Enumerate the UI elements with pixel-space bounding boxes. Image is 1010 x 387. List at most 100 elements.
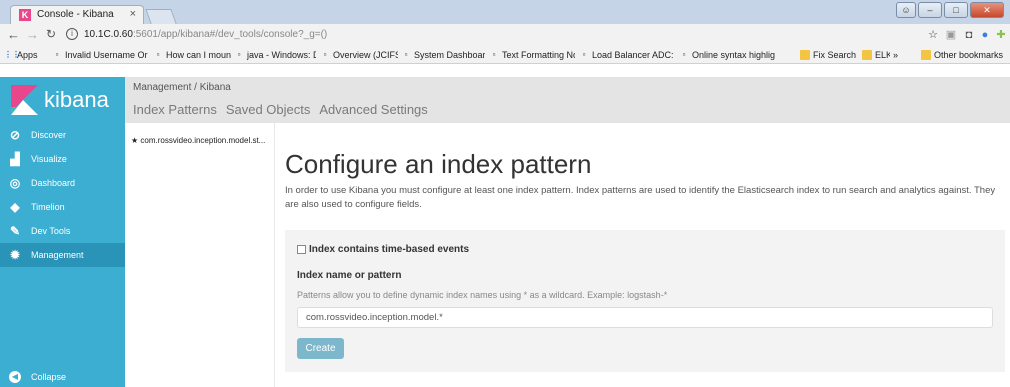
page-icon: ▫	[156, 50, 160, 59]
page-icon: ▫	[492, 50, 496, 59]
reload-icon[interactable]: ↻	[46, 27, 56, 41]
bookmark-label: »	[893, 50, 899, 60]
bookmark-label: Invalid Username Or	[65, 50, 148, 60]
sidebar-item-dashboard[interactable]: ◎ Dashboard	[0, 171, 125, 195]
sidebar-item-label: Dashboard	[31, 178, 76, 188]
page-icon: ▫	[55, 50, 59, 59]
create-button[interactable]: Create	[297, 338, 344, 359]
url-text: 10.1C.0.60:5601/app/kibana#/dev_tools/co…	[84, 29, 328, 40]
browser-toolbar: ← → ↻ i 10.1C.0.60:5601/app/kibana#/dev_…	[0, 24, 1010, 46]
sidebar-item-dev-tools[interactable]: ✎ Dev Tools	[0, 219, 125, 243]
page-icon: ▫	[237, 50, 241, 59]
extension-icon-4[interactable]: ✚	[994, 28, 1008, 42]
compass-icon: ⊘	[9, 128, 21, 142]
dashboard-icon: ◎	[9, 176, 21, 190]
page-icon: ▫	[582, 50, 586, 59]
index-pattern-item[interactable]: ★ com.rossvideo.inception.model.st...	[131, 136, 271, 145]
tab-index-patterns[interactable]: Index Patterns	[133, 102, 217, 117]
sidebar-item-label: Dev Tools	[31, 226, 71, 236]
back-icon[interactable]: ←	[7, 27, 20, 42]
bookmark-item[interactable]: ▫ Load Balancer ADC: S	[579, 48, 675, 62]
folder-icon	[800, 50, 810, 60]
bookmarks-bar: ⋮⋮ Apps ▫ Invalid Username Or ▫ How can I mou…	[0, 46, 1010, 64]
bookmark-item[interactable]: ▫ System Dashboard -	[401, 48, 485, 62]
bookmark-item[interactable]: Other bookmarks	[921, 48, 1009, 62]
kibana-sidebar: kibana ⊘ Discover ▟ Visualize ◎ Dashboard ◆ Tim…	[0, 77, 125, 387]
kibana-logo[interactable]: kibana	[0, 77, 125, 123]
bookmark-label: Overview (JCIFS API)	[333, 50, 398, 60]
bookmark-item[interactable]: ⋮⋮ Apps	[4, 48, 49, 62]
tab-title: Console - Kibana	[37, 9, 114, 20]
bookmark-item[interactable]: ▫ Invalid Username Or	[52, 48, 148, 62]
bookmark-label: How can I mount a w	[166, 50, 231, 60]
sidebar-item-discover[interactable]: ⊘ Discover	[0, 123, 125, 147]
collapse-label: Collapse	[31, 372, 67, 382]
minimize-icon[interactable]: –	[918, 2, 942, 18]
sidebar-item-visualize[interactable]: ▟ Visualize	[0, 147, 125, 171]
folder-icon	[921, 50, 931, 60]
sidebar-item-label: Management	[31, 250, 84, 260]
bookmark-label: Apps	[17, 50, 38, 60]
forward-icon[interactable]: →	[26, 27, 39, 42]
gear-icon: ✹	[9, 248, 21, 262]
index-name-help-text: Patterns allow you to define dynamic ind…	[297, 290, 668, 300]
kibana-favicon-icon: K	[19, 9, 31, 21]
address-bar[interactable]: i 10.1C.0.60:5601/app/kibana#/dev_tools/…	[66, 26, 920, 44]
page-icon: ▫	[323, 50, 327, 59]
bookmark-label: Online syntax highlig	[692, 50, 776, 60]
timelion-icon: ◆	[10, 200, 20, 214]
bookmark-item[interactable]: ▫ Overview (JCIFS API)	[320, 48, 398, 62]
wrench-icon: ✎	[9, 224, 21, 238]
bookmark-label: Load Balancer ADC: S	[592, 50, 675, 60]
bookmark-label: Fix Search	[813, 50, 857, 60]
management-tabs: Index Patterns Saved Objects Advanced Sett…	[133, 102, 428, 117]
tab-advanced-settings[interactable]: Advanced Settings	[319, 102, 427, 117]
time-based-label: Index contains time-based events	[309, 244, 470, 255]
site-info-icon[interactable]: i	[66, 28, 78, 40]
browser-tab[interactable]: K Console - Kibana ×	[10, 5, 144, 24]
checkbox-icon[interactable]	[297, 245, 306, 254]
sidebar-item-label: Visualize	[31, 154, 67, 164]
collapse-sidebar-button[interactable]: ◀ Collapse	[0, 367, 125, 387]
bookmark-item[interactable]: ▫ Online syntax highlig	[679, 48, 796, 62]
management-local-nav: Management / Kibana Index Patterns Saved …	[125, 77, 1010, 123]
collapse-icon: ◀	[9, 371, 21, 383]
bookmark-item[interactable]: »	[893, 48, 907, 62]
user-icon[interactable]: ☺	[896, 2, 916, 18]
apps-grid-icon: ⋮⋮	[4, 50, 20, 59]
bookmark-label: Other bookmarks	[934, 50, 1004, 60]
bookmark-item[interactable]: ELK	[862, 48, 890, 62]
sidebar-item-label: Timelion	[31, 202, 65, 212]
bookmark-item[interactable]: ▫ Text Formatting Nota	[489, 48, 575, 62]
intro-text: In order to use Kibana you must configur…	[285, 185, 996, 210]
index-name-label: Index name or pattern	[297, 270, 402, 281]
extension-icon-2[interactable]: ◘	[962, 28, 976, 42]
bookmark-item[interactable]: Fix Search	[800, 48, 858, 62]
bookmark-item[interactable]: ▫ How can I mount a w	[153, 48, 231, 62]
tab-saved-objects[interactable]: Saved Objects	[226, 102, 311, 117]
maximize-icon[interactable]: □	[944, 2, 968, 18]
kibana-logo-icon	[11, 85, 38, 115]
new-tab-button[interactable]	[145, 9, 177, 24]
index-pattern-input[interactable]	[297, 307, 993, 328]
sidebar-item-label: Discover	[31, 130, 67, 140]
extension-icon-1[interactable]: ▣	[944, 28, 958, 42]
bookmark-label: java - Windows: Disp	[247, 50, 316, 60]
page-title: Configure an index pattern	[285, 149, 592, 179]
page-icon: ▫	[682, 50, 686, 59]
index-pattern-form: Index contains time-based events Index n…	[285, 230, 1005, 372]
sidebar-item-timelion[interactable]: ◆ Timelion	[0, 195, 125, 219]
sidebar-item-management[interactable]: ✹ Management	[0, 243, 125, 267]
close-window-icon[interactable]: ✕	[970, 2, 1004, 18]
folder-icon	[862, 50, 872, 60]
browser-tab-strip: K Console - Kibana × ☺ – □ ✕	[0, 0, 1010, 24]
bookmark-label: Text Formatting Nota	[502, 50, 575, 60]
index-pattern-list: ★ com.rossvideo.inception.model.st...	[125, 123, 275, 387]
bookmark-star-icon[interactable]: ☆	[926, 28, 940, 42]
time-based-checkbox[interactable]: Index contains time-based events	[297, 244, 469, 255]
tab-close-icon[interactable]: ×	[130, 8, 136, 20]
extension-icon-3[interactable]: ●	[978, 28, 992, 42]
window-controls: ☺ – □ ✕	[896, 2, 1004, 18]
bookmark-item[interactable]: ▫ java - Windows: Disp	[234, 48, 316, 62]
bar-chart-icon: ▟	[10, 152, 20, 166]
